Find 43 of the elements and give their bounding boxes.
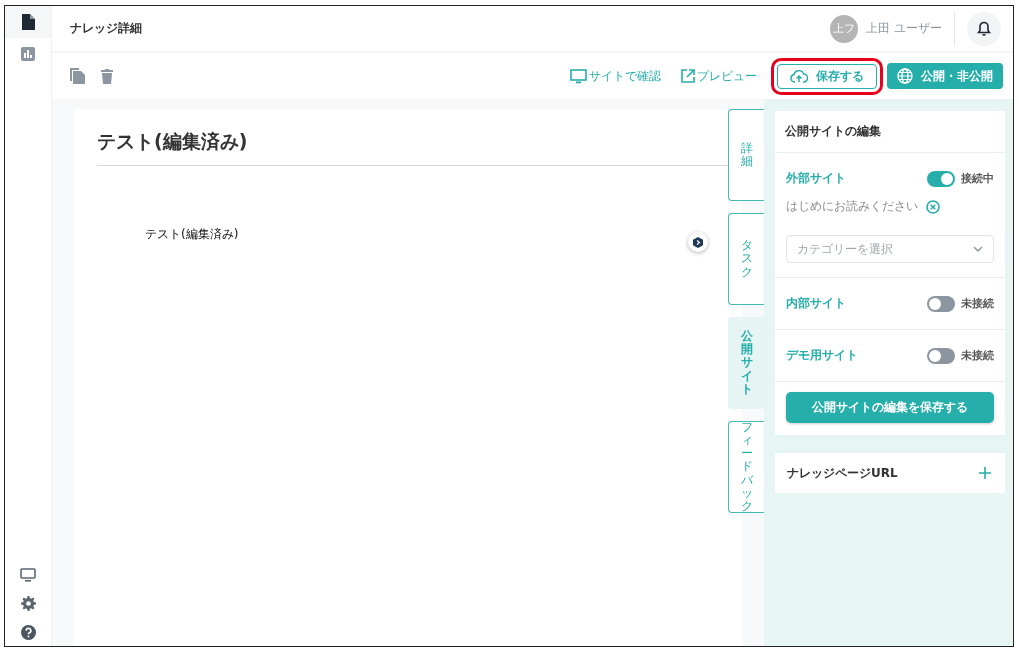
assistant-icon[interactable] (688, 232, 708, 252)
monitor-icon (570, 68, 587, 84)
globe-icon (897, 68, 913, 84)
read-first-link[interactable]: はじめにお読みください (786, 198, 918, 215)
site-label: 外部サイト (786, 170, 847, 187)
document-icon (21, 14, 35, 30)
toggle-switch[interactable] (927, 170, 955, 187)
notification-button[interactable] (967, 11, 1001, 46)
external-link-icon (681, 69, 695, 83)
sidebar-item[interactable] (5, 6, 51, 38)
site-label: デモ用サイト (786, 347, 859, 364)
help-icon[interactable] (20, 625, 36, 640)
site-label: 内部サイト (786, 295, 847, 312)
side-tab[interactable]: 公開サイト (728, 317, 764, 409)
save-sites-button[interactable]: 公開サイトの編集を保存する (786, 392, 994, 423)
toggle-switch[interactable] (927, 295, 955, 312)
add-icon[interactable] (979, 467, 991, 479)
cloud-upload-icon (790, 69, 808, 83)
bell-icon (977, 21, 991, 36)
panel-title: 公開サイトの編集 (775, 111, 1005, 153)
connection-status: 未接続 (961, 348, 994, 363)
connection-status: 接続中 (961, 171, 994, 186)
page-title: ナレッジ詳細 (70, 20, 142, 37)
toggle-switch[interactable] (927, 347, 955, 364)
section-title: ナレッジページURL (787, 464, 898, 482)
user-name[interactable]: 上田 ユーザー (866, 20, 942, 37)
side-tab[interactable]: タスク (728, 213, 764, 305)
connection-status: 未接続 (961, 296, 994, 311)
category-select[interactable]: カテゴリーを選択 (786, 235, 994, 263)
side-tab[interactable]: 詳細 (728, 109, 764, 201)
copy-icon[interactable] (70, 68, 85, 84)
article-text: テスト(編集済み) (145, 225, 239, 243)
trash-icon[interactable] (101, 68, 113, 84)
side-tab[interactable]: フィードバック (728, 421, 764, 513)
user-avatar[interactable]: 上フ (830, 14, 859, 43)
toolbar-link[interactable]: プレビュー (681, 67, 757, 85)
close-icon[interactable] (926, 199, 940, 214)
publish-button[interactable]: 公開・非公開 (887, 63, 1003, 89)
bar-chart-icon (21, 47, 35, 61)
chevron-down-icon (973, 246, 983, 252)
settings-icon[interactable] (20, 596, 36, 611)
toolbar-link[interactable]: サイトで確認 (570, 67, 661, 85)
monitor-icon[interactable] (20, 568, 36, 582)
